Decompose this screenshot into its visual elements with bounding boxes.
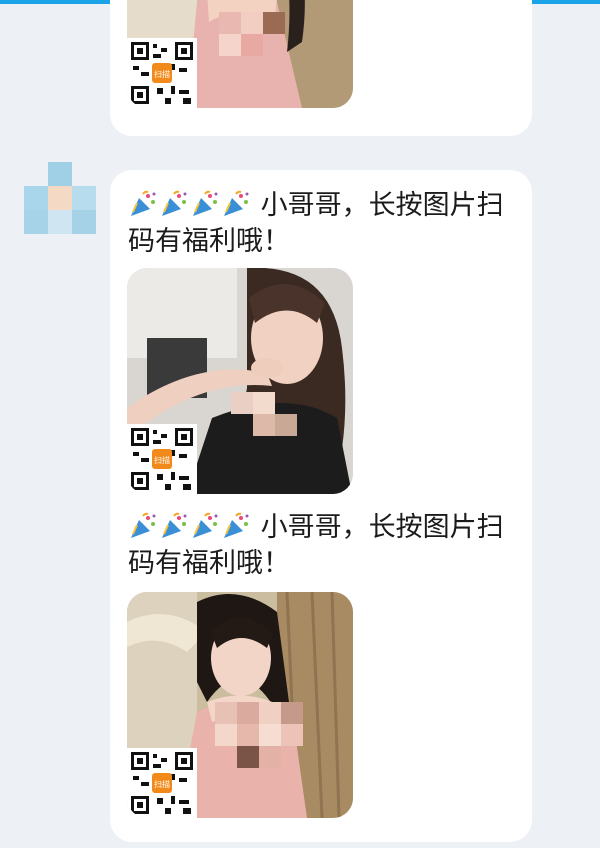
qr-code-icon: 扫描 [127, 424, 197, 494]
svg-text:扫描: 扫描 [154, 69, 170, 79]
svg-text:扫描: 扫描 [154, 779, 170, 789]
party-popper-icon [224, 190, 249, 216]
qr-code[interactable]: 扫描 [127, 38, 197, 108]
party-popper-icons [128, 190, 261, 221]
party-popper-icon [131, 512, 156, 538]
message-text-1: 小哥哥，长按图片扫码有福利哦！ [128, 188, 518, 260]
party-popper-icon [131, 190, 156, 216]
party-popper-icon [193, 190, 218, 216]
svg-text:扫描: 扫描 [154, 455, 170, 465]
party-popper-icon [193, 512, 218, 538]
qr-code[interactable]: 扫描 [127, 748, 197, 818]
promo-image-2[interactable]: 扫描 [127, 592, 353, 818]
party-popper-icon [162, 512, 187, 538]
promo-image-previous[interactable]: 扫描 [127, 0, 353, 108]
message-text-2: 小哥哥，长按图片扫码有福利哦！ [128, 510, 518, 582]
party-popper-icons [128, 512, 261, 543]
party-popper-icon [162, 190, 187, 216]
sender-avatar[interactable] [24, 162, 96, 234]
party-popper-icon [224, 512, 249, 538]
promo-image-1[interactable]: 扫描 [127, 268, 353, 494]
qr-code-icon: 扫描 [127, 38, 197, 108]
qr-code-icon: 扫描 [127, 748, 197, 818]
qr-code[interactable]: 扫描 [127, 424, 197, 494]
